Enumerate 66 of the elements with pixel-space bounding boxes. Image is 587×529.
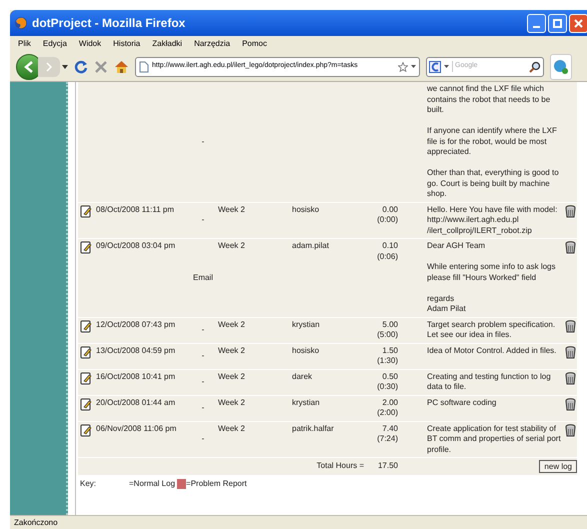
total-hours-label: Total Hours = [316,461,364,470]
hours-cell-text: 0.50 [381,372,398,382]
description-cell-text: we cannot find the LXF file which contains the robot that needs to be built. If anyone can identify where the LXF file is for the robot, would be most appreciated. Other than that, everything is good to go. Court is being built by machine shop. [427,84,560,200]
week-cell: Week 2 [218,372,245,380]
menu-item[interactable]: Narzędzia [194,38,230,50]
duration-cell-text: (5:00) [376,330,398,340]
total-hours-value: 17.50 [378,461,398,470]
description-cell-text: Idea of Motor Control. Added in files. [427,346,558,356]
hours-cell-text: 0.00 [381,204,398,215]
menu-item[interactable]: Widok [78,38,102,50]
week-cell: Week 2 [218,346,245,354]
menu-item[interactable]: Zakładki [152,38,182,50]
user-cell: darek [292,372,312,380]
date-cell: 09/Oct/2008 03:04 pm [96,241,176,250]
legend-label: =Problem Report [186,478,247,490]
menu-item[interactable]: Historia [113,38,140,50]
status-text: Zakończono [14,516,58,528]
duration-cell-text: (1:30) [376,356,398,366]
key-label: Key: [80,478,98,490]
type-cell: - [202,215,204,224]
user-cell: hosisko [292,204,320,214]
type-cell: - [202,324,204,334]
date-cell: 08/Oct/2008 11:11 pm [96,204,174,214]
date-cell: 16/Oct/2008 10:41 pm [96,372,176,380]
description-cell: Create application for test stability of BT comm and properties of serial port profile. [427,424,561,455]
hours-cell-text: 1.50 [381,346,398,356]
hours-cell-text: 0.10 [381,241,398,252]
new-log-button[interactable]: new log [539,460,577,473]
description-cell-text: Target search problem specification. Let see our idea in files. [427,320,556,340]
description-cell-text: Creating and testing function to log data to file. [427,372,552,392]
week-cell: Week 2 [218,204,245,214]
menu-item[interactable]: Edycja [42,38,67,50]
user-cell: hosisko [292,346,320,354]
type-cell: - [202,376,204,386]
week-cell: Week 2 [218,424,245,432]
type-cell: - [202,136,204,146]
week-cell: Week 2 [218,241,245,250]
duration-cell-text: (0:30) [376,382,398,392]
duration-cell-text: (2:00) [376,408,398,418]
duration-cell-text: (0:00) [376,215,398,226]
description-cell-text: PC software coding [427,398,498,408]
menu-item[interactable]: Plik [18,38,31,50]
hours-cell-text: 2.00 [381,398,398,408]
description-cell-text: Hello. Here You have file with model: http://www.ilert.agh.edu.pl /ilert_collproj/ILERT_robot.zip [427,204,558,236]
hours-cell-text: 7.40 [381,424,398,434]
user-cell: patrik.halfar [292,424,334,432]
type-cell: - [202,402,204,412]
hours-cell-text: 5.00 [381,320,398,330]
duration-cell-text: (7:24) [376,434,398,444]
date-cell: 13/Oct/2008 04:59 pm [96,346,176,354]
date-cell: 06/Nov/2008 11:06 pm [96,424,176,432]
duration-cell-text: (0:06) [376,252,398,262]
type-cell: Email [192,272,213,282]
week-cell: Week 2 [218,398,245,406]
type-cell: - [202,434,204,443]
user-cell: krystian [292,320,320,328]
legend-label: =Normal Log [129,478,176,490]
date-cell: 12/Oct/2008 07:43 pm [96,320,176,328]
user-cell: krystian [292,398,320,406]
menu-item[interactable]: Pomoc [242,38,267,50]
window-title: dotProject - Mozilla Firefox [32,15,186,32]
description-cell-text: Dear AGH Team While entering some info to ask logs please fill "Hours Worked" field regards Adam Pilat [427,241,557,314]
type-cell: - [202,350,204,360]
week-cell: Week 2 [218,320,245,328]
date-cell: 20/Oct/2008 01:44 am [96,398,176,406]
user-cell: adam.pilat [292,241,329,250]
